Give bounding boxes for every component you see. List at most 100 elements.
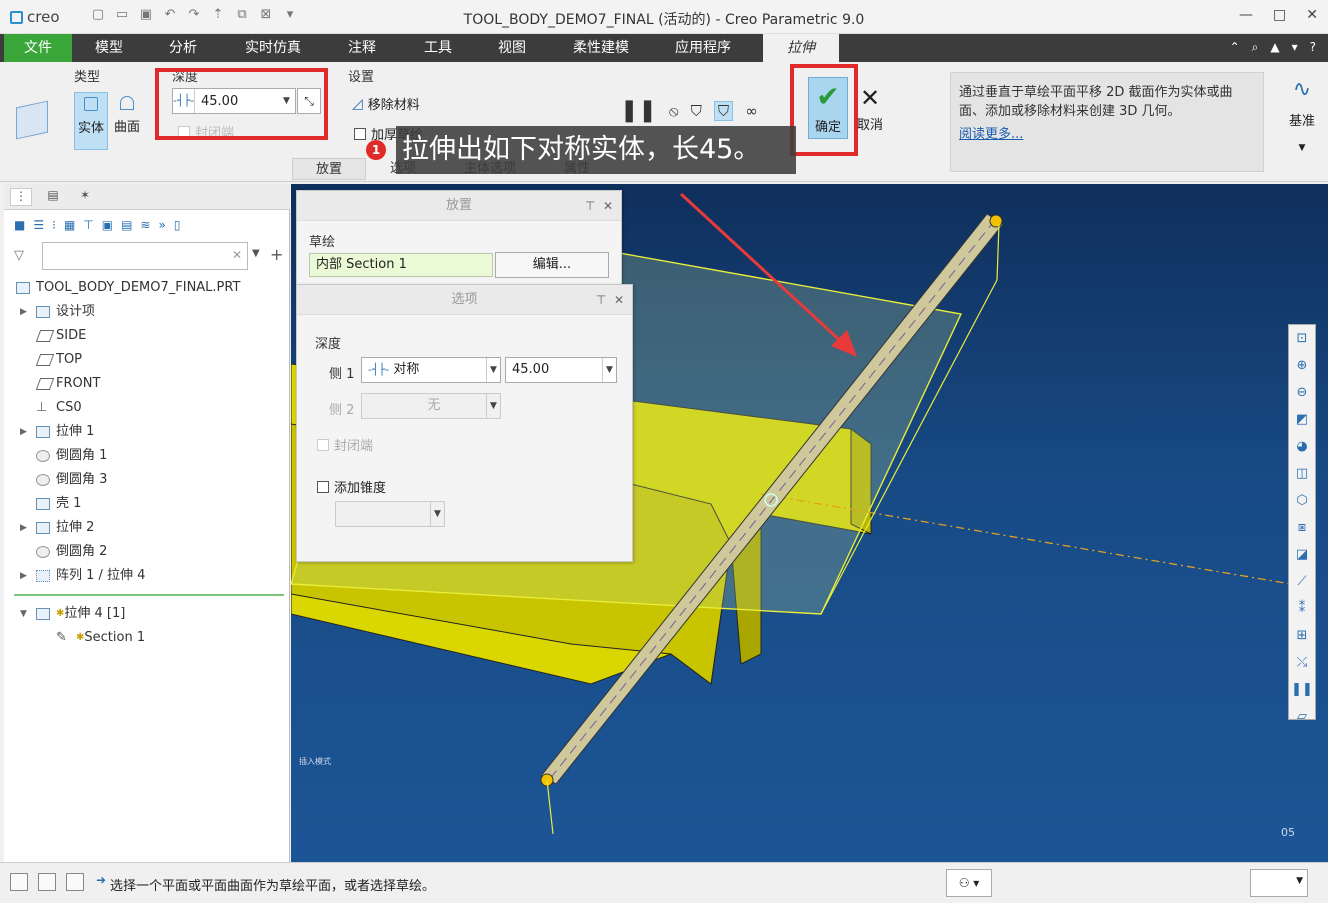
options-panel-controls[interactable]: ⊤ ✕ — [596, 285, 624, 315]
maximize-button[interactable]: □ — [1273, 7, 1286, 23]
fullscreen-toggle-icon[interactable] — [66, 873, 84, 891]
tree-item-top[interactable]: TOP — [4, 348, 290, 372]
tree-item-cs0[interactable]: ⊥ CS0 — [4, 396, 290, 420]
tree-search-input[interactable] — [42, 242, 248, 270]
selection-filter[interactable]: ▼ — [1250, 869, 1308, 897]
saved-orientation-icon[interactable]: ◫ — [1289, 460, 1315, 487]
navigator-toggle-icon[interactable] — [10, 873, 28, 891]
zoom-out-icon[interactable]: ⊖ — [1289, 379, 1315, 406]
add-taper-option[interactable]: 添加锥度 — [317, 477, 386, 496]
remove-material-button[interactable]: ◿ 移除材料 — [352, 94, 420, 114]
snap-icon[interactable]: ▱ — [1289, 703, 1315, 730]
tree-filter-icon[interactable]: ⊤ — [83, 218, 93, 232]
tab-simulation[interactable]: 实时仿真 — [236, 34, 310, 62]
section-icon[interactable]: ◪ — [1289, 541, 1315, 568]
tree-more-icon[interactable]: » — [158, 218, 165, 232]
find-button[interactable]: ⚇ ▾ — [946, 869, 992, 897]
side1-depth-value[interactable]: 45.00 ▼ — [505, 357, 617, 383]
tree-item-side[interactable]: SIDE — [4, 324, 290, 348]
subtab-placement[interactable]: 放置 — [292, 158, 366, 180]
symmetric-icon: -┤├- — [368, 363, 390, 376]
no-preview-icon[interactable]: ⦸ — [669, 102, 679, 120]
folder-browser-tab-icon[interactable]: ▤ — [42, 188, 64, 206]
tree-item-extrude-1[interactable]: ▶ 拉伸 1 — [4, 420, 290, 444]
tab-annotate[interactable]: 注释 — [334, 34, 390, 62]
tab-analysis[interactable]: 分析 — [154, 34, 212, 62]
selection-filter-dropdown-icon[interactable]: ▼ — [1296, 876, 1303, 886]
cancel-button[interactable]: ✕ 取消 — [854, 82, 886, 133]
tree-settings-icon[interactable]: ▦ — [64, 218, 75, 232]
minimize-button[interactable]: — — [1239, 7, 1253, 23]
datum-display-icon[interactable]: ⟋ — [1289, 568, 1315, 595]
side1-value-dropdown-icon[interactable]: ▼ — [602, 358, 616, 382]
tree-layers-icon[interactable]: ≋ — [140, 218, 150, 232]
side1-depth-type[interactable]: -┤├- 对称 ▼ — [361, 357, 501, 383]
model-tree-tab-icon[interactable]: ⋮ — [10, 188, 32, 206]
display-style-icon[interactable]: ◕ — [1289, 433, 1315, 460]
search-icon[interactable]: ⌕ — [1252, 40, 1259, 55]
datum-dropdown-icon[interactable]: ▼ — [1282, 143, 1322, 153]
extrude-feature-icon — [16, 100, 48, 140]
dropdown-icon[interactable]: ▾ — [1292, 40, 1298, 55]
sketch-collector[interactable]: 内部 Section 1 — [309, 253, 493, 277]
tree-item-extrude-2[interactable]: ▶ 拉伸 2 — [4, 516, 290, 540]
tab-applications[interactable]: 应用程序 — [666, 34, 740, 62]
add-filter-icon[interactable]: + — [270, 245, 283, 264]
tab-flexible-modeling[interactable]: 柔性建模 — [564, 34, 638, 62]
side1-dropdown-icon[interactable]: ▼ — [486, 358, 500, 382]
tree-item-round-1[interactable]: 倒圆角 1 — [4, 444, 290, 468]
hat-icon[interactable]: ▲ — [1270, 40, 1279, 55]
tree-columns-icon[interactable]: ⁝ — [52, 218, 56, 232]
tab-view[interactable]: 视图 — [484, 34, 540, 62]
tree-item-front[interactable]: FRONT — [4, 372, 290, 396]
drag-handle-top[interactable] — [989, 214, 1003, 228]
tab-extrude[interactable]: 拉伸 — [763, 34, 839, 62]
tree-notes-icon[interactable]: ▯ — [174, 218, 181, 232]
tab-tools[interactable]: 工具 — [410, 34, 466, 62]
tree-show-icon[interactable]: ▤ — [121, 218, 132, 232]
datum-button[interactable]: ∿ 基准 ▼ — [1282, 70, 1322, 153]
placement-panel-controls[interactable]: ⊤ ✕ — [585, 191, 613, 221]
favorites-tab-icon[interactable]: ✶ — [74, 188, 96, 206]
tree-root[interactable]: TOOL_BODY_DEMO7_FINAL.PRT — [4, 276, 290, 300]
tab-file[interactable]: 文件 — [4, 34, 72, 62]
add-taper-checkbox[interactable] — [317, 480, 329, 493]
surface-button[interactable]: 曲面 — [110, 92, 144, 135]
close-button[interactable]: ✕ — [1306, 7, 1318, 23]
tree-item-pattern-1[interactable]: ▶ 阵列 1 / 拉伸 4 — [4, 564, 290, 588]
refit-icon[interactable]: ⊡ — [1289, 325, 1315, 352]
tree-list-icon[interactable]: ☰ — [33, 218, 44, 232]
repaint-icon[interactable]: ◩ — [1289, 406, 1315, 433]
collapse-ribbon-icon[interactable]: ⌃ — [1230, 40, 1240, 55]
edit-sketch-button[interactable]: 编辑... — [495, 252, 609, 278]
tree-item-shell-1[interactable]: 壳 1 — [4, 492, 290, 516]
insert-here-line[interactable] — [14, 594, 284, 596]
zoom-in-icon[interactable]: ⊕ — [1289, 352, 1315, 379]
help-icon[interactable]: ? — [1310, 40, 1316, 55]
tree-item-design-items[interactable]: ▶ 设计项 — [4, 300, 290, 324]
verify-glasses-icon[interactable]: ∞ — [745, 102, 758, 120]
tree-item-round-2[interactable]: 倒圆角 2 — [4, 540, 290, 564]
tree-item-section-1[interactable]: ✎ ✱Section 1 — [4, 626, 290, 650]
perspective-icon[interactable]: ⧆ — [1289, 514, 1315, 541]
datum-curve-icon: ∿ — [1292, 77, 1312, 102]
tree-item-round-3[interactable]: 倒圆角 3 — [4, 468, 290, 492]
attached-preview-icon[interactable]: ⛉ — [713, 100, 734, 121]
sketch-view-icon[interactable]: ⤯ — [1289, 649, 1315, 676]
clear-search-icon[interactable]: ✕ — [232, 248, 242, 262]
tab-model[interactable]: 模型 — [80, 34, 138, 62]
tree-item-extrude-4[interactable]: ▼ ✱拉伸 4 [1] — [4, 602, 290, 626]
annotation-display-icon[interactable]: ⁑ — [1289, 595, 1315, 622]
pause-icon[interactable]: ❚❚ — [620, 98, 657, 123]
pause-regen-icon[interactable]: ❚❚ — [1289, 676, 1315, 703]
read-more-link[interactable]: 阅读更多... — [959, 125, 1255, 144]
view-manager-icon[interactable]: ⬡ — [1289, 487, 1315, 514]
separate-preview-icon[interactable]: ⛉ — [691, 102, 702, 120]
solid-button[interactable]: 实体 — [74, 92, 108, 150]
browser-toggle-icon[interactable] — [38, 873, 56, 891]
spin-center-icon[interactable]: ⊞ — [1289, 622, 1315, 649]
layer-icon[interactable]: ■ — [14, 218, 25, 232]
search-dropdown-icon[interactable]: ▼ — [252, 248, 260, 259]
tree-table-icon[interactable]: ▣ — [102, 218, 113, 232]
thicken-sketch-checkbox[interactable] — [354, 127, 366, 140]
